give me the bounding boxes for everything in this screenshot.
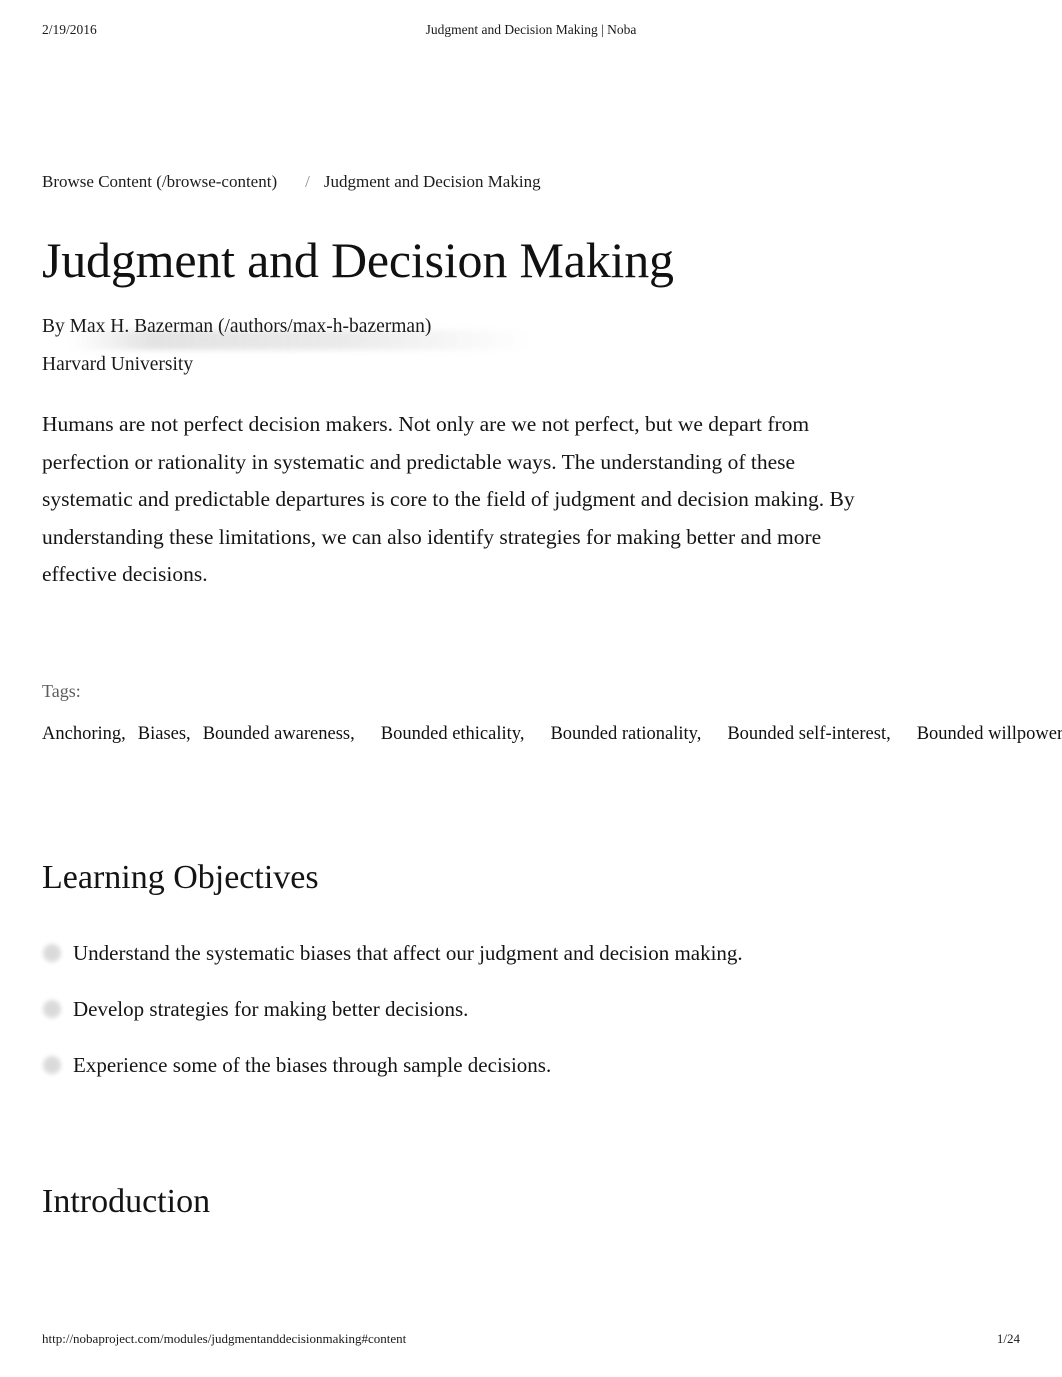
tag-bounded-awareness[interactable]: Bounded awareness, <box>203 724 355 744</box>
breadcrumb-link-browse-content[interactable]: Browse Content (/browse-content) <box>42 172 277 191</box>
page-title: Judgment and Decision Making <box>42 232 674 288</box>
bullet-circle-icon <box>43 999 61 1018</box>
tags-list: Anchoring, Biases, Bounded awareness, Bound… <box>42 716 1062 753</box>
article-content: Browse Content (/browse-content) / Judgmen… <box>42 170 1062 1223</box>
breadcrumb-separator: / <box>305 172 310 191</box>
learning-objectives-heading: Learning Objectives <box>42 858 319 896</box>
print-header-title: Judgment and Decision Making | Noba <box>425 22 637 37</box>
learning-objectives-list: Understand the systematic biases that af… <box>42 937 1002 1081</box>
list-item: Understand the systematic biases that af… <box>42 937 1002 969</box>
learning-objective-text: Experience some of the biases through sa… <box>73 1052 552 1077</box>
introduction-heading: Introduction <box>42 1182 211 1220</box>
document-page: 2/19/2016 Judgment and Decision Making |… <box>0 0 1062 1377</box>
author-link[interactable]: By Max H. Bazerman (/authors/max-h-bazer… <box>42 316 431 337</box>
byline-block: By Max H. Bazerman (/authors/max-h-bazer… <box>42 313 1002 350</box>
tags-label: Tags: <box>42 680 81 701</box>
byline: By Max H. Bazerman (/authors/max-h-bazer… <box>42 313 1002 341</box>
tags-section: Tags: Anchoring, Biases, Bounded awareness… <box>42 679 1062 753</box>
tag-biases[interactable]: Biases, <box>138 724 191 744</box>
bullet-circle-icon <box>43 1055 61 1074</box>
tag-bounded-willpower[interactable]: Bounded willpower, <box>917 724 1062 744</box>
list-item: Experience some of the biases through sa… <box>42 1049 1002 1081</box>
print-header: 2/19/2016 Judgment and Decision Making |… <box>42 22 1020 44</box>
bullet-circle-icon <box>43 943 61 962</box>
tag-bounded-rationality[interactable]: Bounded rationality, <box>550 724 701 744</box>
print-footer-page-number: 1/24 <box>996 1331 1020 1346</box>
learning-objective-text: Understand the systematic biases that af… <box>73 940 743 965</box>
learning-objective-text: Develop strategies for making better dec… <box>73 996 469 1021</box>
tag-anchoring[interactable]: Anchoring, <box>42 724 126 744</box>
article-abstract: Humans are not perfect decision makers. … <box>42 412 855 586</box>
list-item: Develop strategies for making better dec… <box>42 993 1002 1025</box>
print-footer-url: http://nobaproject.com/modules/judgmenta… <box>42 1331 407 1346</box>
breadcrumb: Browse Content (/browse-content) / Judgmen… <box>42 170 1002 194</box>
author-affiliation: Harvard University <box>42 354 194 375</box>
print-footer: http://nobaproject.com/modules/judgmenta… <box>42 1331 1020 1351</box>
tag-bounded-self-interest[interactable]: Bounded self-interest, <box>727 724 890 744</box>
tag-bounded-ethicality[interactable]: Bounded ethicality, <box>381 724 525 744</box>
breadcrumb-current: Judgment and Decision Making <box>323 172 541 191</box>
